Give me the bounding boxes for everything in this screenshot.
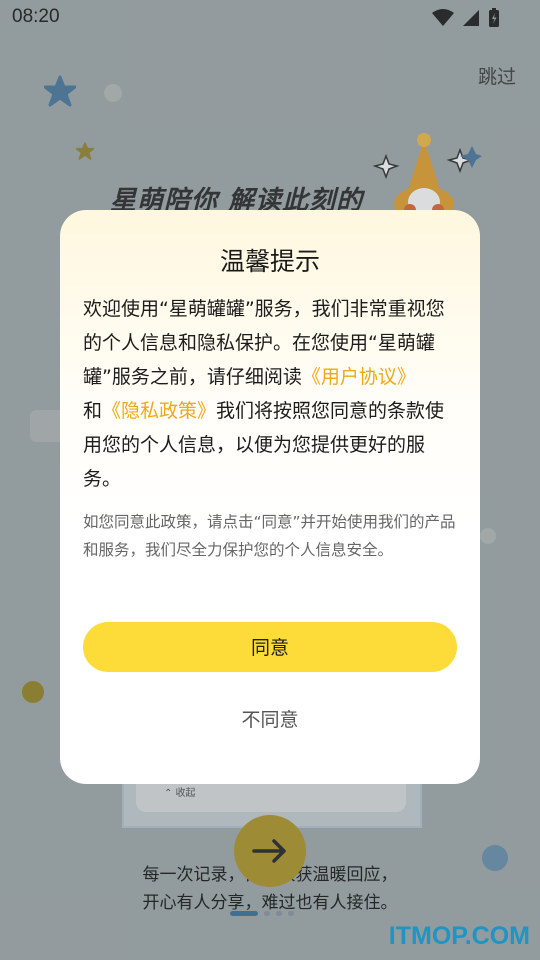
dialog-body-and: 和	[83, 400, 103, 422]
privacy-policy-link[interactable]: 《隐私政策》	[102, 400, 216, 422]
dialog-body: 欢迎使用“星萌罐罐”服务，我们非常重视您的个人信息和隐私保护。在您使用“星萌罐罐…	[83, 292, 459, 496]
agree-button[interactable]: 同意	[83, 622, 457, 672]
disagree-button[interactable]: 不同意	[83, 698, 457, 742]
dialog-title: 温馨提示	[219, 247, 320, 276]
privacy-dialog: 温馨提示 欢迎使用“星萌罐罐”服务，我们非常重视您的个人信息和隐私保护。在您使用…	[60, 210, 480, 784]
dialog-note: 如您同意此政策，请点击“同意”并开始使用我们的产品和服务，我们尽全力保护您的个人…	[83, 513, 456, 559]
user-agreement-link[interactable]: 《用户协议》	[302, 366, 416, 388]
